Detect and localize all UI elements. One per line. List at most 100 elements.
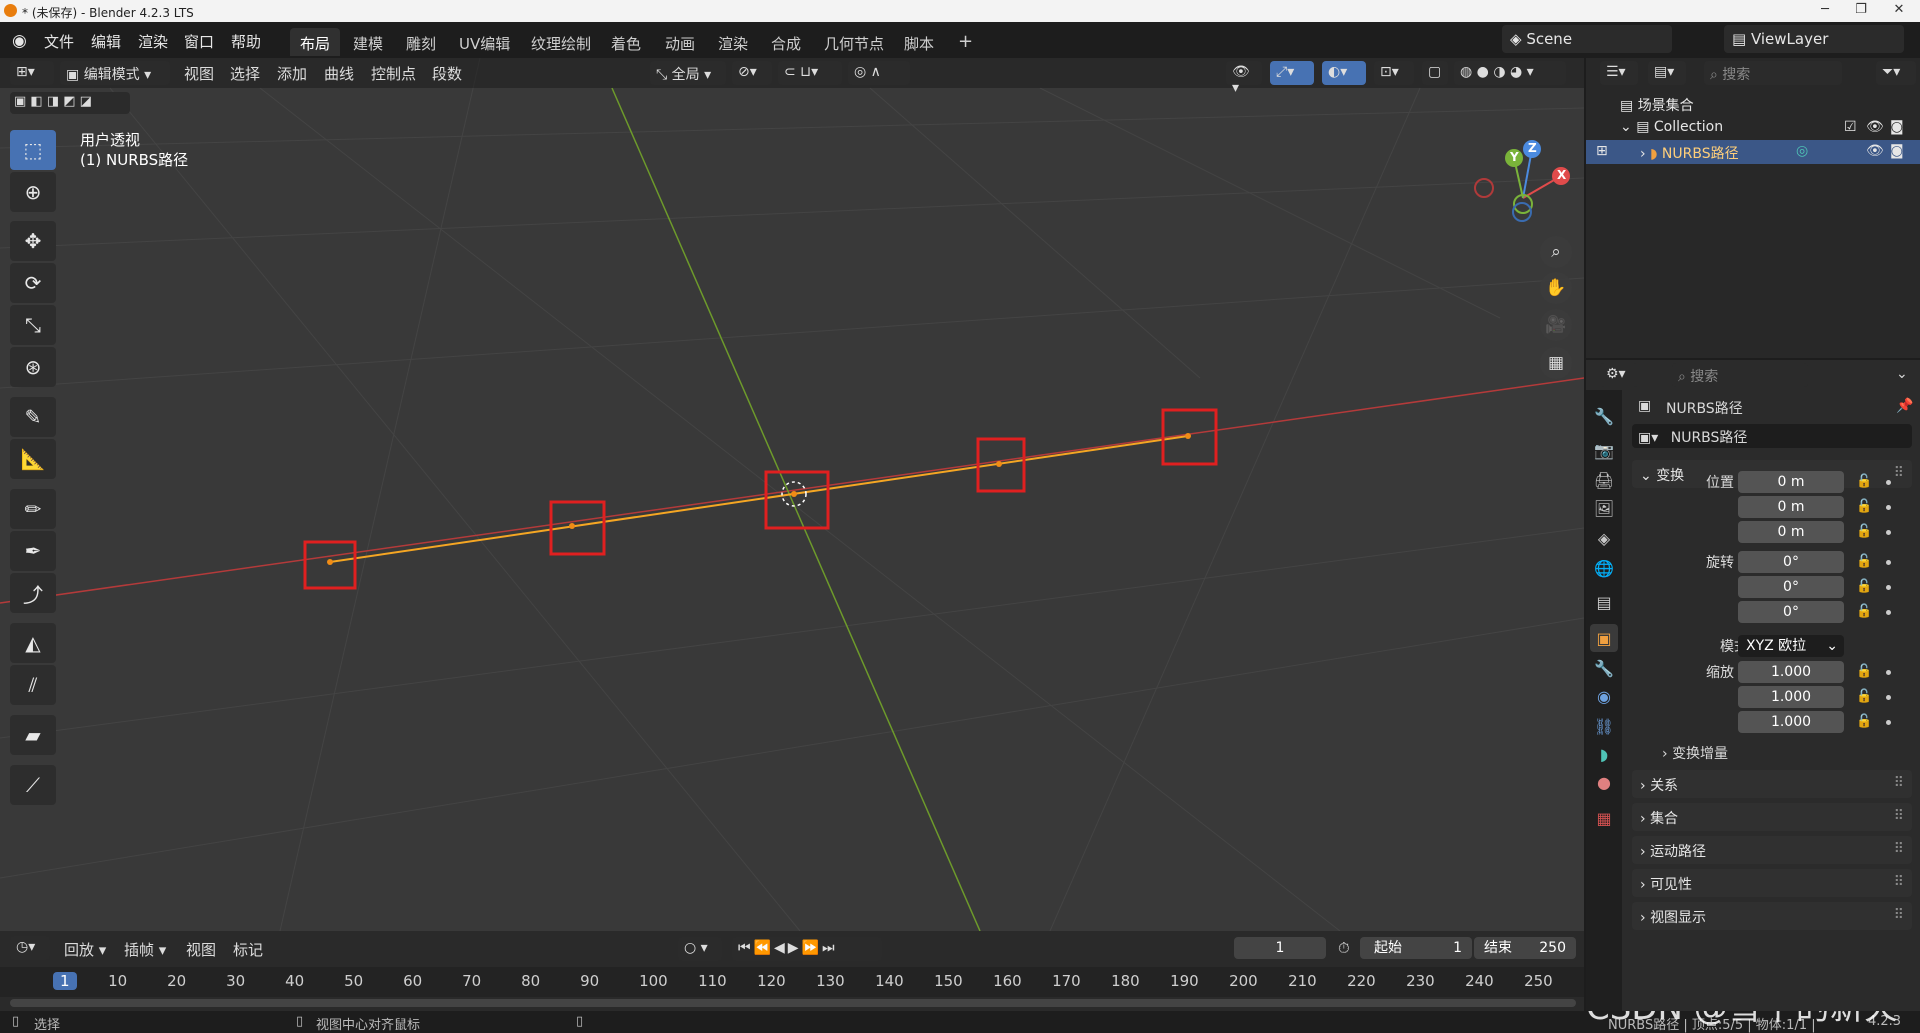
object-tab-icon[interactable]: ▣ — [1590, 624, 1618, 652]
location-z-field[interactable]: 0 m — [1738, 521, 1844, 543]
timeline-scrollbar[interactable] — [10, 999, 1576, 1007]
gizmo-z-label[interactable]: Z — [1528, 141, 1537, 155]
keyframe-dot[interactable] — [1886, 720, 1891, 725]
tab-animation[interactable]: 动画 — [655, 28, 705, 56]
current-frame-indicator[interactable]: 1 — [53, 972, 77, 990]
menu-curve[interactable]: 曲线 — [324, 63, 354, 84]
tab-texture-paint[interactable]: 纹理绘制 — [521, 28, 601, 56]
playback-controls[interactable]: ⏮⏪◀▶⏩⏭ — [732, 937, 882, 961]
draw-tool-icon[interactable]: ✏ — [10, 489, 56, 529]
object-name-field[interactable]: ▣▾ NURBS路径 — [1632, 424, 1912, 448]
close-button[interactable]: ✕ — [1884, 2, 1914, 17]
extrude-cursor-tool-icon[interactable]: ⟋ — [10, 765, 56, 805]
eye-icon[interactable]: 👁 — [1866, 119, 1884, 135]
render-camera-icon[interactable]: ◙ — [1890, 119, 1904, 135]
world-tab-icon[interactable]: 🌐 — [1590, 554, 1618, 582]
tab-geometry-nodes[interactable]: 几何节点 — [814, 28, 894, 56]
tab-layout[interactable]: 布局 — [290, 28, 341, 56]
output-tab-icon[interactable]: 🖨 — [1590, 466, 1618, 494]
3d-viewport[interactable]: X Z Y ⊞▾ ▣ 编辑模式 ▾ 视图 选择 添加 曲线 控制点 段数 ⤡ 全… — [0, 58, 1584, 931]
pivot-icon[interactable]: ⊘▾ — [732, 61, 772, 85]
extrude-tool-icon[interactable]: ▰ — [10, 715, 56, 755]
pan-hand-icon[interactable]: ✋ — [1540, 272, 1572, 304]
options-chevron-icon[interactable]: ⌄ — [1896, 366, 1908, 382]
scene-tab-icon[interactable]: ◈ — [1590, 524, 1618, 552]
keyframe-dot[interactable] — [1886, 505, 1891, 510]
menu-select[interactable]: 选择 — [230, 63, 260, 84]
visibility-panel-header[interactable]: › 可见性 ⠿ — [1632, 869, 1912, 897]
menu-file[interactable]: 文件 — [44, 31, 74, 52]
lock-icon[interactable]: 🔓 — [1856, 524, 1872, 539]
tab-modeling[interactable]: 建模 — [343, 28, 393, 56]
delta-transform-subpanel[interactable]: › 变换增量 — [1662, 743, 1728, 763]
keyframe-dot[interactable] — [1886, 610, 1891, 615]
move-tool-icon[interactable]: ✥ — [10, 221, 56, 261]
lock-icon[interactable]: 🔓 — [1856, 474, 1872, 489]
pin-icon[interactable]: 📌 — [1896, 398, 1913, 414]
lock-icon[interactable]: 🔓 — [1856, 499, 1872, 514]
annotate-tool-icon[interactable]: ✎ — [10, 397, 56, 437]
scale-tool-icon[interactable]: ⤡ — [10, 305, 56, 345]
lock-icon[interactable]: 🔓 — [1856, 664, 1872, 679]
lock-icon[interactable]: 🔓 — [1856, 579, 1872, 594]
overlay-toggle-icon[interactable]: ◐▾ — [1322, 61, 1366, 85]
menu-window[interactable]: 窗口 — [184, 31, 214, 52]
gizmo-toggle-icon[interactable]: ⤢▾ — [1270, 61, 1314, 85]
gizmo-x-label[interactable]: X — [1557, 168, 1566, 182]
outliner-editor-icon[interactable]: ☰▾ — [1600, 61, 1638, 85]
lock-icon[interactable]: 🔓 — [1856, 689, 1872, 704]
keyframe-dot[interactable] — [1886, 480, 1891, 485]
blender-menu-icon[interactable]: ◉ — [12, 31, 27, 51]
collection-tab-icon[interactable]: ▤ — [1590, 588, 1618, 616]
location-x-field[interactable]: 0 m — [1738, 471, 1844, 493]
collections-panel-header[interactable]: › 集合 ⠿ — [1632, 803, 1912, 831]
start-frame-field[interactable]: 起始 1 — [1360, 937, 1472, 959]
transform-tool-icon[interactable]: ⊛ — [10, 347, 56, 387]
mode-selector[interactable]: ▣ 编辑模式 ▾ — [60, 61, 170, 85]
minimize-button[interactable]: ─ — [1810, 2, 1840, 17]
zoom-icon[interactable]: ⌕ — [1540, 236, 1572, 268]
transform-orientation[interactable]: ⤡ 全局 ▾ — [650, 61, 726, 85]
tab-uv-editing[interactable]: UV编辑 — [449, 28, 520, 56]
select-mode-buttons[interactable]: ▣ ◧ ◨ ◩ ◪ — [10, 92, 130, 114]
menu-help[interactable]: 帮助 — [231, 31, 261, 52]
gizmo-y-label[interactable]: Y — [1510, 150, 1519, 164]
shading-modes[interactable]: ◍ ● ◑ ◕ ▾ — [1454, 61, 1566, 85]
constraint-tab-icon[interactable]: ⛓ — [1590, 712, 1618, 740]
location-y-field[interactable]: 0 m — [1738, 496, 1844, 518]
lock-icon[interactable]: 🔓 — [1856, 714, 1872, 729]
menu-render[interactable]: 渲染 — [138, 31, 168, 52]
scene-collection-row[interactable]: ▤ 场景集合 — [1586, 92, 1920, 116]
display-mode-icon[interactable]: ▤▾ — [1648, 61, 1686, 85]
menu-view[interactable]: 视图 — [184, 63, 214, 84]
scale-y-field[interactable]: 1.000 — [1738, 686, 1844, 708]
current-frame-field[interactable]: 1 — [1234, 937, 1326, 959]
add-workspace-icon[interactable]: + — [948, 26, 983, 54]
motion-paths-panel-header[interactable]: › 运动路径 ⠿ — [1632, 836, 1912, 864]
snap-icon[interactable]: ⊂ ⊔▾ — [778, 61, 842, 85]
menu-control-points[interactable]: 控制点 — [371, 63, 416, 84]
menu-playback[interactable]: 回放 ▾ — [64, 939, 106, 960]
mesh-edit-overlay-icon[interactable]: ⊡▾ — [1374, 61, 1414, 85]
scene-selector[interactable]: ◈ Scene — [1502, 25, 1672, 53]
maximize-button[interactable]: ❐ — [1846, 2, 1876, 17]
auto-key-icon[interactable]: ○ ▾ — [678, 937, 722, 961]
menu-segments[interactable]: 段数 — [432, 63, 462, 84]
edit-mode-icon[interactable]: ⊞ — [1596, 143, 1608, 159]
timeline-editor-icon[interactable]: ◷▾ — [10, 936, 50, 960]
timeline-ruler[interactable]: 1 10 20 30 40 50 60 70 80 90 100 110 120 130 140 150 160… — [0, 967, 1584, 997]
keyframe-dot[interactable] — [1886, 585, 1891, 590]
lock-icon[interactable]: 🔓 — [1856, 604, 1872, 619]
tab-sculpting[interactable]: 雕刻 — [396, 28, 446, 56]
measure-tool-icon[interactable]: 📐 — [10, 439, 56, 479]
keyframe-dot[interactable] — [1886, 695, 1891, 700]
rotation-x-field[interactable]: 0° — [1738, 551, 1844, 573]
randomize-tool-icon[interactable]: ⫽ — [10, 665, 56, 705]
tab-shading[interactable]: 着色 — [601, 28, 651, 56]
render-tab-icon[interactable]: 📷 — [1590, 436, 1618, 464]
menu-tl-view[interactable]: 视图 — [186, 939, 216, 960]
tab-rendering[interactable]: 渲染 — [708, 28, 758, 56]
collection-row[interactable]: ⌄ ▤ Collection ☑ 👁 ◙ — [1586, 116, 1920, 140]
keyframe-dot[interactable] — [1886, 670, 1891, 675]
tool-tab-icon[interactable]: 🔧 — [1590, 402, 1618, 430]
